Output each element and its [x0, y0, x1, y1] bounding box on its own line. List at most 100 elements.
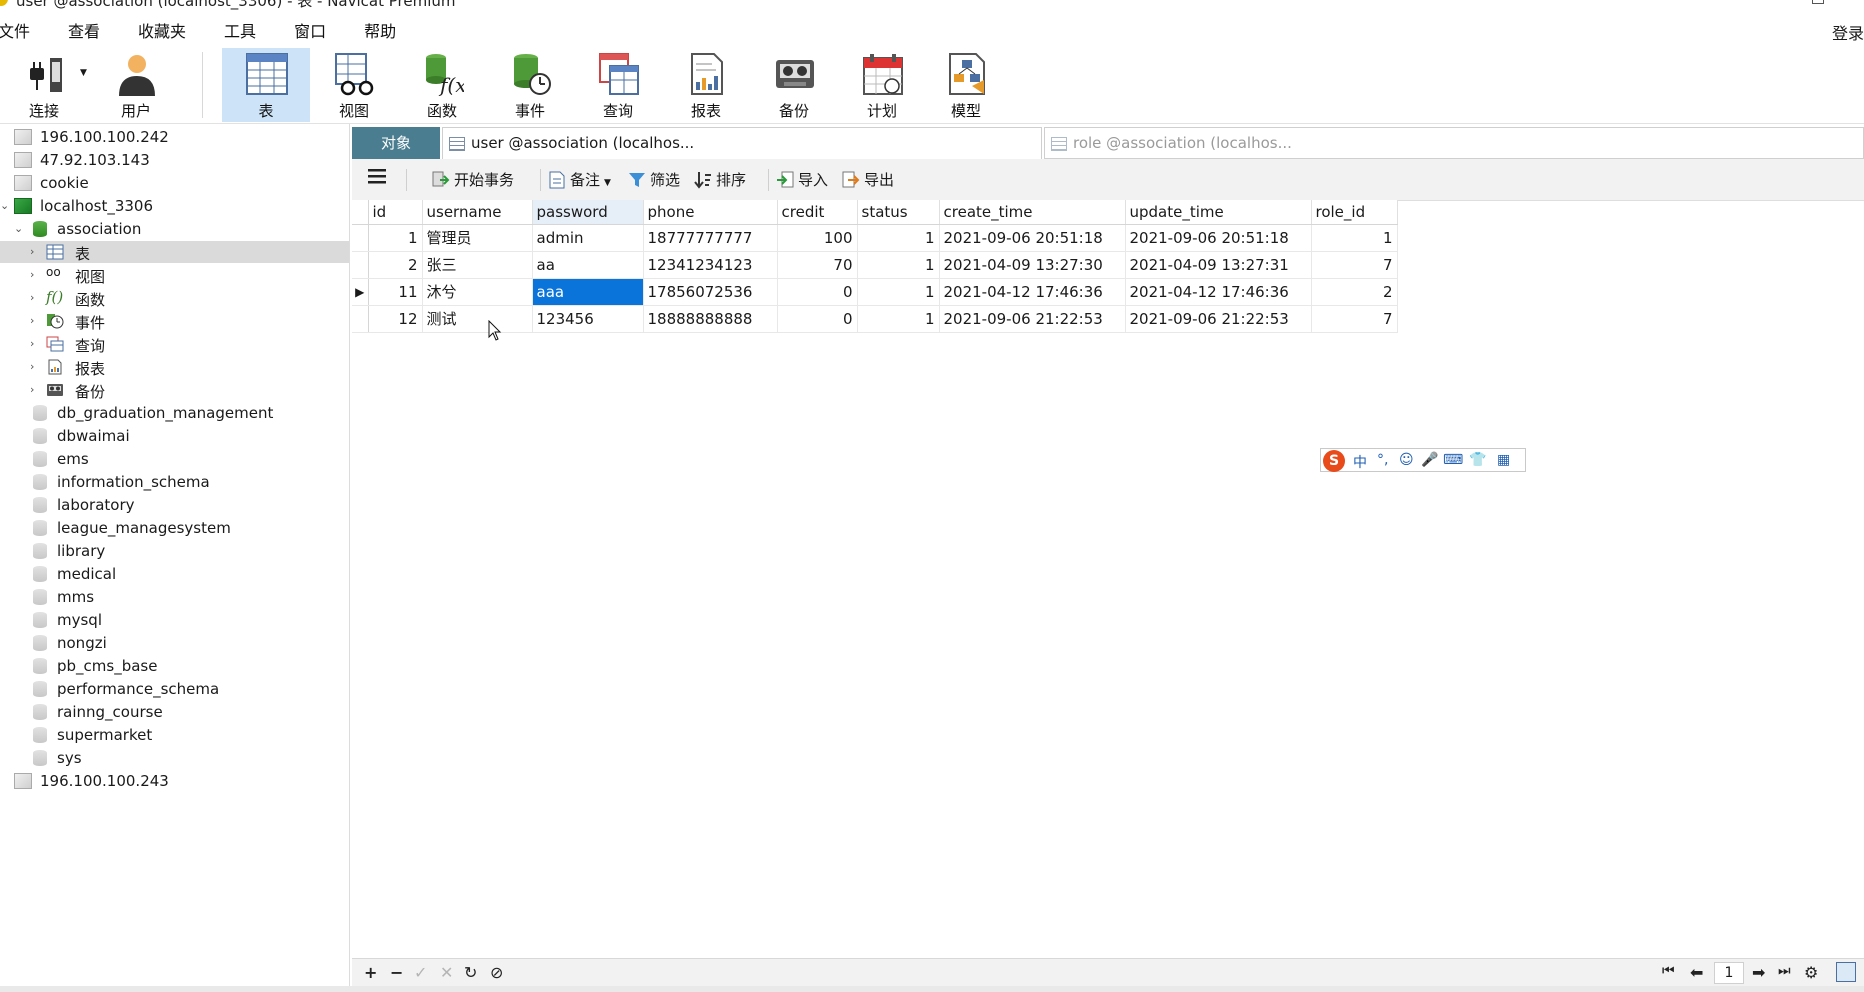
cell-status[interactable]: 1 — [857, 305, 940, 333]
cell-create-time[interactable]: 2021-04-09 13:27:30 — [939, 251, 1126, 279]
next-page-icon[interactable]: ➡ — [1752, 963, 1765, 982]
cell-username[interactable]: 管理员 — [422, 224, 533, 252]
tree-object-functions[interactable]: › f() 函数 — [0, 287, 349, 309]
collapsed-chevron-icon[interactable]: › — [30, 314, 40, 328]
cell-update-time[interactable]: 2021-04-12 17:46:36 — [1125, 278, 1312, 306]
restore-window-icon[interactable] — [1812, 0, 1824, 4]
cell-status[interactable]: 1 — [857, 224, 940, 252]
tree-database[interactable]: league_managesystem — [0, 517, 349, 539]
cell-update-time[interactable]: 2021-09-06 20:51:18 — [1125, 224, 1312, 252]
cell-username[interactable]: 测试 — [422, 305, 533, 333]
menu-window[interactable]: 窗口 — [294, 18, 326, 42]
cell-role-id[interactable]: 7 — [1311, 251, 1398, 279]
sort-button[interactable]: 排序 — [694, 169, 746, 191]
import-button[interactable]: 导入 — [776, 169, 828, 191]
table-button[interactable]: 表 — [222, 48, 310, 122]
ime-punctuation[interactable]: °, — [1377, 452, 1388, 468]
tab-user-table[interactable]: user @association (localhos... — [442, 127, 1042, 159]
menu-view[interactable]: 查看 — [68, 18, 100, 42]
row-header[interactable] — [352, 251, 369, 279]
tree-database-active[interactable]: ⌄ association — [0, 218, 349, 240]
tree-database[interactable]: db_graduation_management — [0, 402, 349, 424]
cell-role-id[interactable]: 2 — [1311, 278, 1398, 306]
cell-create-time[interactable]: 2021-09-06 20:51:18 — [939, 224, 1126, 252]
cell-id[interactable]: 12 — [368, 305, 423, 333]
column-header-role-id[interactable]: role_id — [1311, 200, 1398, 225]
cell-phone[interactable]: 18777777777 — [643, 224, 778, 252]
event-button[interactable]: 事件 — [486, 48, 574, 122]
column-header-password[interactable]: password — [532, 200, 644, 225]
row-header[interactable] — [352, 305, 369, 333]
table-row[interactable]: 1 管理员 admin 18777777777 100 1 2021-09-06… — [352, 224, 1398, 252]
tree-database[interactable]: supermarket — [0, 724, 349, 746]
tree-database[interactable]: library — [0, 540, 349, 562]
cell-password[interactable]: admin — [532, 224, 644, 252]
model-button[interactable]: 模型 — [922, 48, 1010, 122]
tree-database[interactable]: ems — [0, 448, 349, 470]
tree-database[interactable]: mms — [0, 586, 349, 608]
tree-object-reports[interactable]: › 报表 — [0, 356, 349, 378]
column-header-username[interactable]: username — [422, 200, 533, 225]
sogou-logo-icon[interactable]: S — [1323, 450, 1345, 472]
collapsed-chevron-icon[interactable]: › — [30, 245, 40, 259]
current-row-marker-icon[interactable]: ▶ — [352, 278, 369, 306]
table-row[interactable]: 12 测试 123456 18888888888 0 1 2021-09-06 … — [352, 305, 1398, 333]
tree-object-backups[interactable]: › 备份 — [0, 379, 349, 401]
menu-tools[interactable]: 工具 — [224, 18, 256, 42]
delete-record-icon[interactable]: − — [390, 963, 403, 982]
menu-favorites[interactable]: 收藏夹 — [138, 18, 186, 42]
schedule-button[interactable]: 计划 — [838, 48, 926, 122]
ime-voice-icon[interactable]: 🎤 — [1421, 452, 1438, 468]
tree-database[interactable]: medical — [0, 563, 349, 585]
settings-gear-icon[interactable]: ⚙ — [1804, 963, 1818, 982]
comment-button[interactable]: 备注 ▼ — [548, 169, 611, 191]
collapsed-chevron-icon[interactable]: › — [30, 360, 40, 374]
menu-file[interactable]: 文件 — [0, 18, 30, 42]
ime-toolbar[interactable]: S 中 °, ☺ 🎤 ⌨ 👕 ▦ — [1320, 448, 1526, 472]
column-header-phone[interactable]: phone — [643, 200, 778, 225]
collapsed-chevron-icon[interactable]: › — [30, 337, 40, 351]
tree-database[interactable]: laboratory — [0, 494, 349, 516]
apply-changes-icon[interactable]: ✓ — [414, 963, 427, 982]
cell-update-time[interactable]: 2021-09-06 21:22:53 — [1125, 305, 1312, 333]
cell-update-time[interactable]: 2021-04-09 13:27:31 — [1125, 251, 1312, 279]
cell-create-time[interactable]: 2021-09-06 21:22:53 — [939, 305, 1126, 333]
column-header-update-time[interactable]: update_time — [1125, 200, 1312, 225]
cell-username[interactable]: 沐兮 — [422, 278, 533, 306]
login-link[interactable]: 登录 — [1832, 20, 1864, 44]
stop-icon[interactable]: ⊘ — [490, 963, 503, 982]
tree-database[interactable]: performance_schema — [0, 678, 349, 700]
ime-emoji-icon[interactable]: ☺ — [1399, 452, 1414, 468]
cell-password[interactable]: 123456 — [532, 305, 644, 333]
tree-connection[interactable]: 196.100.100.243 — [0, 770, 349, 792]
cell-credit[interactable]: 0 — [777, 278, 858, 306]
discard-changes-icon[interactable]: ✕ — [440, 963, 453, 982]
tree-connection[interactable]: 196.100.100.242 — [0, 126, 349, 148]
tree-database[interactable]: nongzi — [0, 632, 349, 654]
report-button[interactable]: 报表 — [662, 48, 750, 122]
menu-help[interactable]: 帮助 — [364, 18, 396, 42]
ime-keyboard-icon[interactable]: ⌨ — [1443, 452, 1463, 468]
hamburger-menu-button[interactable] — [368, 167, 386, 189]
cell-password[interactable]: aa — [532, 251, 644, 279]
ime-toolbox-icon[interactable]: ▦ — [1497, 452, 1510, 468]
collapsed-chevron-icon[interactable]: › — [30, 291, 40, 305]
last-page-icon[interactable]: ⏭ — [1778, 963, 1791, 979]
cell-id[interactable]: 1 — [368, 224, 423, 252]
column-header-id[interactable]: id — [368, 200, 423, 225]
tree-database[interactable]: rainng_course — [0, 701, 349, 723]
tree-object-queries[interactable]: › 查询 — [0, 333, 349, 355]
cell-credit[interactable]: 70 — [777, 251, 858, 279]
table-row[interactable]: 2 张三 aa 12341234123 70 1 2021-04-09 13:2… — [352, 251, 1398, 279]
row-header[interactable] — [352, 224, 369, 252]
cell-id[interactable]: 2 — [368, 251, 423, 279]
tree-object-events[interactable]: › 事件 — [0, 310, 349, 332]
tree-database[interactable]: pb_cms_base — [0, 655, 349, 677]
user-button[interactable]: 用户 — [92, 48, 180, 122]
tree-database[interactable]: information_schema — [0, 471, 349, 493]
expanded-chevron-icon[interactable]: ⌄ — [14, 222, 24, 236]
page-number-input[interactable]: 1 — [1714, 962, 1744, 984]
tree-database[interactable]: sys — [0, 747, 349, 769]
begin-transaction-button[interactable]: 开始事务 — [432, 169, 514, 191]
column-header-credit[interactable]: credit — [777, 200, 858, 225]
